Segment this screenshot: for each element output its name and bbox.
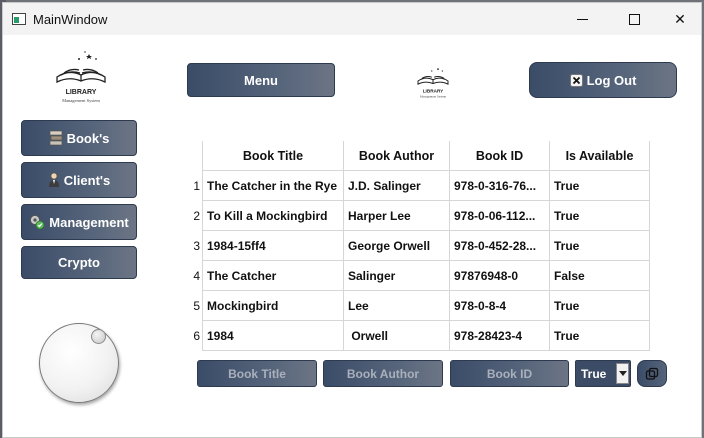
dropdown-value: True	[581, 367, 607, 381]
sidebar-item-crypto[interactable]: Crypto	[21, 246, 137, 279]
filter-book-id-input[interactable]: Book ID	[450, 360, 569, 387]
column-header-author[interactable]: Book Author	[344, 141, 450, 171]
library-logo: LIBRARY Management System	[56, 51, 106, 103]
close-x-icon	[569, 73, 583, 87]
title-bar[interactable]: MainWindow ✕	[3, 3, 701, 35]
window-title: MainWindow	[33, 12, 108, 27]
row-number: 5	[193, 299, 200, 313]
cell-title[interactable]: 1984-15ff4	[202, 231, 344, 261]
cell-available[interactable]: True	[550, 171, 650, 201]
cell-title[interactable]: The Catcher in the Rye	[202, 171, 344, 201]
cell-id[interactable]: 978-0-8-4	[450, 291, 550, 321]
filter-placeholder: Book Author	[346, 366, 420, 381]
table-row[interactable]: 2 To Kill a Mockingbird Harper Lee 978-0…	[183, 201, 651, 231]
stars-icon	[78, 51, 97, 60]
cell-author[interactable]: J.D. Salinger	[344, 171, 450, 201]
books-icon	[49, 130, 62, 146]
logout-button[interactable]: Log Out	[529, 62, 677, 98]
minimize-button[interactable]	[559, 3, 605, 35]
menu-button[interactable]: Menu	[187, 63, 335, 97]
row-number: 3	[193, 239, 200, 253]
cell-author[interactable]: Harper Lee	[344, 201, 450, 231]
logout-label: Log Out	[586, 72, 637, 88]
table-row[interactable]: 5 Mockingbird Lee 978-0-8-4 True	[183, 291, 651, 321]
library-logo-small: LIBRARY Management System	[417, 68, 449, 98]
sidebar-item-label: Client's	[63, 172, 111, 188]
filter-book-title-input[interactable]: Book Title	[197, 360, 317, 387]
sidebar-item-label: Book's	[66, 130, 110, 146]
copy-icon	[645, 367, 659, 380]
cell-available[interactable]: False	[550, 261, 650, 291]
open-book-icon	[56, 68, 106, 84]
row-number: 1	[193, 179, 200, 193]
filter-book-author-input[interactable]: Book Author	[323, 360, 443, 387]
cell-author[interactable]: Salinger	[344, 261, 450, 291]
main-window: MainWindow ✕ LIBRARY Management System L…	[2, 2, 702, 438]
cell-available[interactable]: True	[550, 201, 650, 231]
sidebar-item-clients[interactable]: Client's	[21, 162, 137, 198]
column-header-title[interactable]: Book Title	[202, 141, 344, 171]
cell-author[interactable]: George Orwell	[344, 231, 450, 261]
copy-button[interactable]	[637, 360, 667, 387]
logo-title: LIBRARY	[423, 88, 444, 93]
chevron-down-icon[interactable]	[616, 363, 629, 384]
gear-tools-icon	[30, 215, 45, 230]
filter-placeholder: Book Title	[228, 366, 286, 381]
close-icon: ✕	[674, 10, 686, 27]
sidebar-item-label: Crypto	[58, 255, 100, 270]
sidebar-item-books[interactable]: Book's	[21, 120, 137, 156]
table-row[interactable]: 4 The Catcher Salinger 97876948-0 False	[183, 261, 651, 291]
cell-author[interactable]: Lee	[344, 291, 450, 321]
cell-available[interactable]: True	[550, 291, 650, 321]
logo-subtitle: Management System	[62, 98, 100, 103]
table-header: Book Title Book Author Book ID Is Availa…	[183, 141, 651, 171]
cell-title[interactable]: To Kill a Mockingbird	[202, 201, 344, 231]
row-number: 4	[193, 269, 200, 283]
cell-id[interactable]: 978-0-452-28...	[450, 231, 550, 261]
stars-icon	[431, 68, 443, 72]
maximize-icon	[628, 13, 640, 25]
logo-title: LIBRARY	[66, 89, 97, 96]
open-book-icon	[417, 76, 449, 85]
cell-id[interactable]: 978-0-06-112...	[450, 201, 550, 231]
sidebar-item-management[interactable]: Management	[21, 204, 137, 240]
person-icon	[48, 172, 59, 187]
filter-placeholder: Book ID	[486, 366, 533, 381]
row-number: 6	[193, 329, 200, 343]
cell-id[interactable]: 978-28423-4	[450, 321, 550, 351]
column-header-available[interactable]: Is Available	[550, 141, 650, 171]
cell-id[interactable]: 978-0-316-76...	[450, 171, 550, 201]
column-header-id[interactable]: Book ID	[450, 141, 550, 171]
cell-title[interactable]: 1984	[202, 321, 344, 351]
sidebar-item-label: Management	[49, 214, 129, 230]
books-table: Book Title Book Author Book ID Is Availa…	[183, 141, 651, 351]
menu-button-label: Menu	[244, 72, 278, 88]
logo-subtitle: Management System	[420, 94, 447, 98]
minimize-icon	[576, 18, 588, 20]
table-row[interactable]: 6 1984 Orwell 978-28423-4 True	[183, 321, 651, 351]
dial-knob[interactable]	[91, 329, 106, 344]
table-row[interactable]: 3 1984-15ff4 George Orwell 978-0-452-28.…	[183, 231, 651, 261]
cell-author[interactable]: Orwell	[344, 321, 450, 351]
availability-dropdown[interactable]: True	[575, 360, 631, 387]
maximize-button[interactable]	[611, 3, 657, 35]
row-number: 2	[193, 209, 200, 223]
cell-id[interactable]: 97876948-0	[450, 261, 550, 291]
cell-available[interactable]: True	[550, 321, 650, 351]
app-icon	[12, 13, 26, 25]
cell-available[interactable]: True	[550, 231, 650, 261]
dial-control[interactable]	[39, 323, 119, 403]
cell-title[interactable]: The Catcher	[202, 261, 344, 291]
content-area: LIBRARY Management System LIBRARY Manage…	[3, 35, 701, 437]
table-row[interactable]: 1 The Catcher in the Rye J.D. Salinger 9…	[183, 171, 651, 201]
close-button[interactable]: ✕	[657, 3, 703, 35]
cell-title[interactable]: Mockingbird	[202, 291, 344, 321]
